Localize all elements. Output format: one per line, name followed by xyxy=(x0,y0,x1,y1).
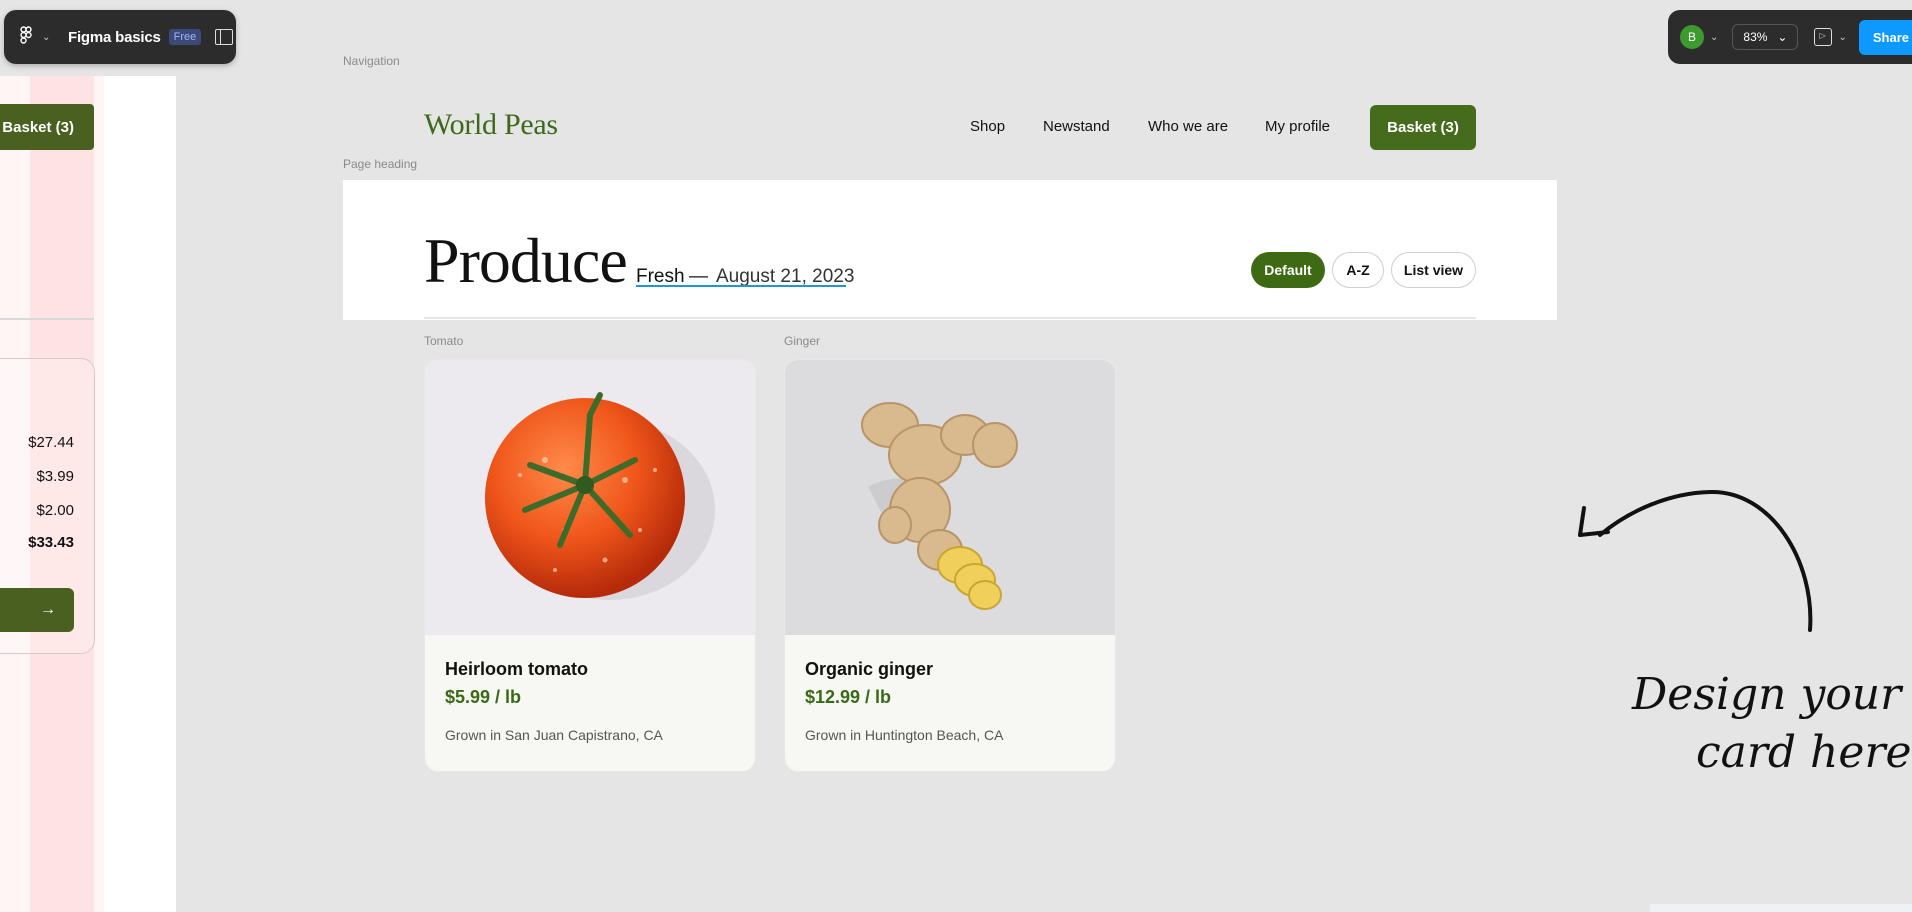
annotation-line-2: card here. xyxy=(1696,727,1912,778)
product-origin: Grown in San Juan Capistrano, CA xyxy=(445,727,663,743)
nav-link-my-profile[interactable]: My profile xyxy=(1265,118,1330,135)
tax-value: $2.00 xyxy=(36,502,74,519)
share-button[interactable]: Share xyxy=(1858,19,1912,55)
file-name[interactable]: Figma basics xyxy=(68,29,161,46)
nav-link-newstand[interactable]: Newstand xyxy=(1043,118,1110,135)
toggle-sidebar-icon[interactable] xyxy=(215,29,234,45)
layer-label-ginger[interactable]: Ginger xyxy=(784,334,820,348)
nav-link-shop[interactable]: Shop xyxy=(970,118,1005,135)
chevron-down-icon: ⌄ xyxy=(42,31,51,43)
figma-logo-icon xyxy=(20,26,32,48)
checkout-button[interactable]: → xyxy=(0,588,74,632)
layer-label-page-heading[interactable]: Page heading xyxy=(343,157,417,171)
product-name: Heirloom tomato xyxy=(445,659,589,679)
figma-file-toolbar: ⌄ Figma basics Free xyxy=(4,10,236,64)
plan-badge: Free xyxy=(168,29,202,45)
divider xyxy=(0,318,94,320)
annotation-line-1: Design your o xyxy=(1632,669,1912,720)
nav-link-who-we-are[interactable]: Who we are xyxy=(1148,118,1228,135)
layout-grid-column xyxy=(94,76,104,912)
product-origin: Grown in Huntington Beach, CA xyxy=(805,727,1004,743)
total-value: $33.43 xyxy=(28,534,74,551)
brand-logo[interactable]: World Peas xyxy=(424,108,558,142)
selection-underline xyxy=(636,285,846,287)
product-name: Organic ginger xyxy=(805,659,934,679)
partial-frame-edge xyxy=(1650,904,1912,912)
arrow-right-icon: → xyxy=(40,601,56,618)
list-view-button[interactable]: List view xyxy=(1391,252,1476,288)
divider xyxy=(424,317,1476,319)
product-price: $12.99 / lb xyxy=(805,687,892,707)
subtotal-value: $27.44 xyxy=(28,434,74,451)
shipping-value: $3.99 xyxy=(36,468,74,485)
avatar[interactable]: B xyxy=(1680,25,1704,49)
annotation-note: Design your o card here. xyxy=(1632,666,1912,782)
sort-default-button[interactable]: Default xyxy=(1251,252,1325,288)
present-icon[interactable] xyxy=(1814,28,1833,46)
chevron-down-icon: ⌄ xyxy=(1777,30,1788,44)
layer-label-navigation[interactable]: Navigation xyxy=(343,54,400,68)
chevron-down-icon[interactable]: ⌄ xyxy=(1710,32,1718,43)
ginger-image xyxy=(785,360,1115,635)
sort-az-button[interactable]: A-Z xyxy=(1332,252,1384,288)
zoom-level: 83% xyxy=(1743,30,1768,44)
tomato-image xyxy=(425,360,755,635)
left-basket-button[interactable]: Basket (3) xyxy=(0,104,94,150)
chevron-down-icon[interactable]: ⌄ xyxy=(1838,32,1846,43)
basket-button[interactable]: Basket (3) xyxy=(1370,105,1476,150)
zoom-control[interactable]: 83% ⌄ xyxy=(1732,24,1799,50)
product-price: $5.99 / lb xyxy=(445,687,522,707)
figma-share-toolbar: B ⌄ 83% ⌄ ⌄ Share xyxy=(1668,10,1912,64)
curved-arrow-icon xyxy=(1578,489,1813,632)
figma-menu-button[interactable]: ⌄ xyxy=(20,26,52,48)
layer-label-tomato[interactable]: Tomato xyxy=(424,334,463,348)
product-card-tomato[interactable]: Heirloom tomato $5.99 / lb Grown in San … xyxy=(424,359,756,772)
page-title: Produce xyxy=(424,225,628,296)
product-card-ginger[interactable]: Organic ginger $12.99 / lb Grown in Hunt… xyxy=(784,359,1116,772)
